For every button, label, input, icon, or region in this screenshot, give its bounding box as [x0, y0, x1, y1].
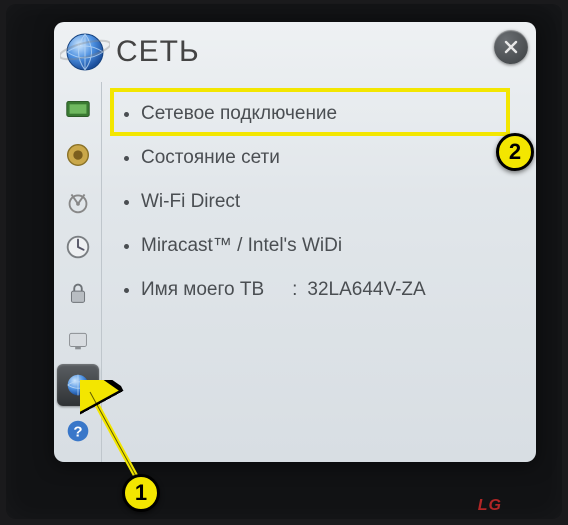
- lock-icon: [63, 278, 93, 308]
- menu-item-miracast[interactable]: Miracast™ / Intel's WiDi: [124, 224, 522, 268]
- tv-frame: СЕТЬ: [6, 4, 562, 519]
- sidebar-item-sound[interactable]: [57, 134, 99, 176]
- support-icon: ?: [63, 416, 93, 446]
- menu-item-tv-name[interactable]: Имя моего ТВ : 32LA644V-ZA: [124, 268, 522, 312]
- annotation-callout-1: 1: [122, 474, 160, 512]
- sidebar: ?: [54, 82, 102, 462]
- sidebar-item-option[interactable]: [57, 318, 99, 360]
- sidebar-item-lock[interactable]: [57, 272, 99, 314]
- close-button[interactable]: [494, 30, 528, 64]
- sidebar-item-network[interactable]: [57, 364, 99, 406]
- close-icon: [503, 39, 519, 55]
- sound-icon: [63, 140, 93, 170]
- option-icon: [63, 324, 93, 354]
- settings-panel: СЕТЬ: [54, 22, 536, 462]
- panel-title: СЕТЬ: [116, 35, 200, 69]
- bullet-icon: [124, 112, 129, 117]
- menu-item-network-status[interactable]: Состояние сети: [124, 136, 522, 180]
- picture-icon: [63, 94, 93, 124]
- brand-logo: LG: [478, 497, 502, 515]
- time-icon: [63, 232, 93, 262]
- menu-item-label: Состояние сети: [141, 147, 280, 169]
- bullet-icon: [124, 244, 129, 249]
- sidebar-item-channel[interactable]: [57, 180, 99, 222]
- menu-item-label: Сетевое подключение: [141, 103, 337, 125]
- sidebar-item-picture[interactable]: [57, 88, 99, 130]
- network-icon: [60, 26, 110, 76]
- panel-body: ? Сетевое подключение Состояние сети Wi-…: [54, 82, 536, 462]
- panel-header: СЕТЬ: [54, 22, 536, 82]
- menu-item-label: Имя моего ТВ: [141, 279, 264, 301]
- menu-item-label: Miracast™ / Intel's WiDi: [141, 235, 342, 257]
- bullet-icon: [124, 288, 129, 293]
- menu-item-wifi-direct[interactable]: Wi-Fi Direct: [124, 180, 522, 224]
- sidebar-item-time[interactable]: [57, 226, 99, 268]
- separator: :: [292, 279, 297, 301]
- channel-icon: [63, 186, 93, 216]
- sidebar-item-support[interactable]: ?: [57, 410, 99, 452]
- bullet-icon: [124, 156, 129, 161]
- network-icon: [63, 370, 93, 400]
- bullet-icon: [124, 200, 129, 205]
- menu-item-network-connection[interactable]: Сетевое подключение: [124, 92, 522, 136]
- menu-item-label: Wi-Fi Direct: [141, 191, 240, 213]
- menu-item-value: 32LA644V-ZA: [307, 279, 425, 301]
- svg-text:?: ?: [73, 424, 82, 441]
- menu-content: Сетевое подключение Состояние сети Wi-Fi…: [102, 82, 536, 462]
- annotation-callout-2: 2: [496, 133, 534, 171]
